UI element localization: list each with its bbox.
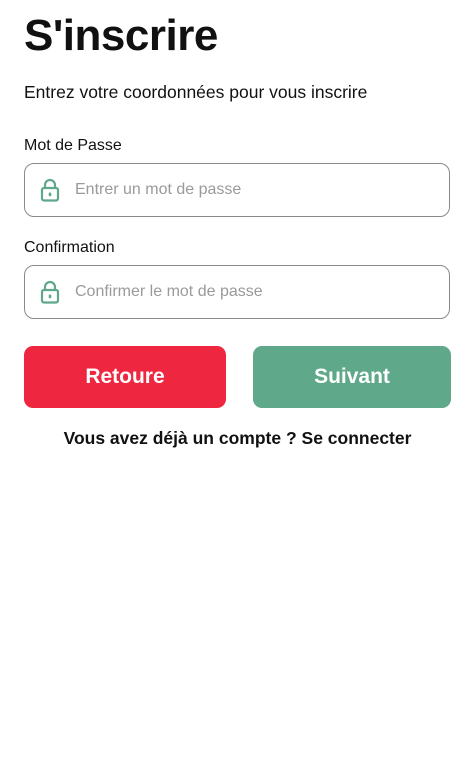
confirmation-input[interactable] [75,283,405,301]
password-field-container[interactable] [24,163,450,217]
back-button[interactable]: Retoure [24,346,226,408]
lock-icon [40,178,60,202]
confirmation-label: Confirmation [24,239,115,256]
next-button[interactable]: Suivant [253,346,451,408]
signup-screen: S'inscrire Entrez votre coordonnées pour… [0,0,475,764]
password-label: Mot de Passe [24,137,122,154]
password-input[interactable] [75,181,405,199]
login-prompt-text: Vous avez déjà un compte ? [63,428,302,448]
page-title: S'inscrire [24,11,218,60]
login-link[interactable]: Se connecter [302,428,412,448]
login-prompt-line: Vous avez déjà un compte ? Se connecter [0,427,475,449]
confirmation-field-container[interactable] [24,265,450,319]
page-subtitle: Entrez votre coordonnées pour vous inscr… [24,82,368,102]
lock-icon [40,280,60,304]
